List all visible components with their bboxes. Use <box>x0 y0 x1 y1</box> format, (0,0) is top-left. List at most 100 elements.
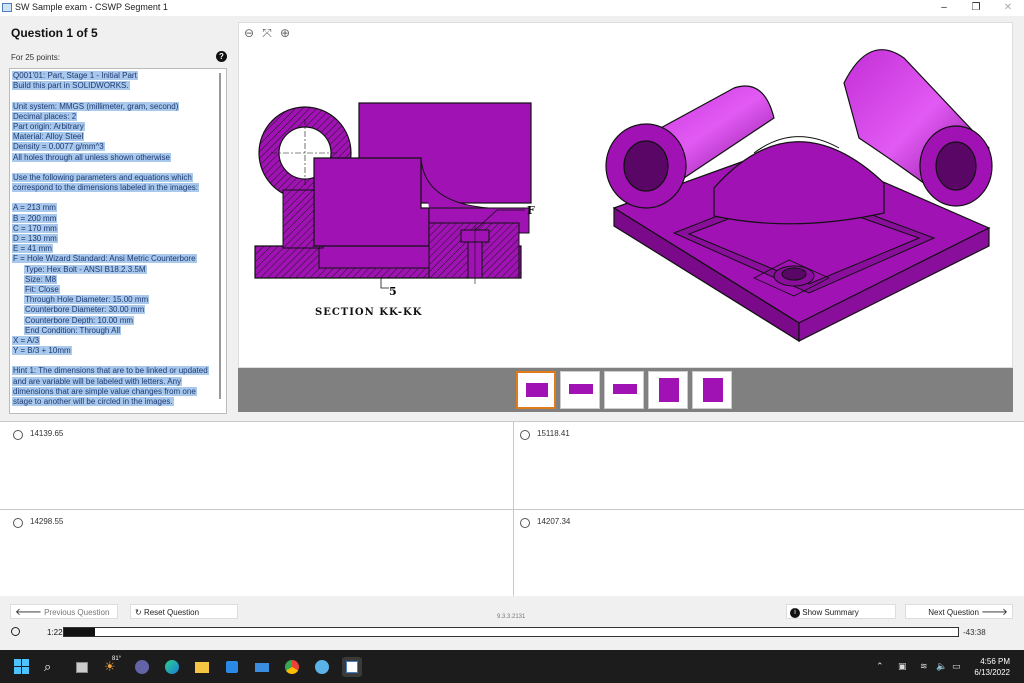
thumbnail-1[interactable] <box>516 371 556 409</box>
section-drawing: F 5 <box>254 102 535 298</box>
reset-question-button[interactable]: ↻ Reset Question <box>130 604 238 619</box>
arrow-right-icon: 🡒 <box>981 607 1008 618</box>
question-text-line: X = A/3 <box>12 335 209 346</box>
question-scrollbar[interactable] <box>219 73 221 399</box>
minimize-button[interactable]: – <box>928 0 960 16</box>
question-text-line: Q001'01: Part, Stage 1 - Initial Part <box>12 71 209 81</box>
question-text-line-content: E = 41 mm <box>12 244 53 254</box>
question-text-line-content: Size: M8 <box>24 274 58 284</box>
question-text-line-content: Through Hole Diameter: 15.00 mm <box>24 295 150 305</box>
thumbnail-2[interactable] <box>560 371 600 409</box>
points-label: For 25 points: <box>11 53 60 62</box>
file-explorer-icon[interactable] <box>194 659 210 675</box>
taskbar-clock[interactable]: 4:56 PM 6/13/2022 <box>974 656 1010 678</box>
thumbnail-4[interactable] <box>648 371 688 409</box>
question-text-line: Decimal places: 2 <box>12 111 209 122</box>
question-text-line: Counterbore Depth: 10.00 mm <box>12 315 209 326</box>
question-text-line: Material: Alloy Steel <box>12 132 209 142</box>
clock-date: 6/13/2022 <box>974 668 1010 677</box>
question-text-line-content: C = 170 mm <box>12 223 58 233</box>
question-text-line: correspond to the dimensions labeled in … <box>12 183 209 193</box>
question-text-line: Size: M8 <box>12 274 209 285</box>
answer-label-2: 15118.41 <box>537 429 570 438</box>
question-text-line-content: Fit: Close <box>24 284 60 294</box>
mail-icon[interactable] <box>254 659 270 675</box>
thumbnail-3[interactable] <box>604 371 644 409</box>
question-text-line: dimensions that are simple value changes… <box>12 386 209 397</box>
question-text-line: Type: Hex Bolt - ANSI B18.2.3.5M <box>12 264 209 275</box>
answer-option-2[interactable]: 15118.41 <box>507 422 1017 509</box>
question-pane: Question 1 of 5 For 25 points: ? Q001'01… <box>0 16 237 414</box>
tray-chevron-icon[interactable]: ⌃ <box>876 661 884 672</box>
zoom-out-icon[interactable]: ⊖ <box>242 26 256 40</box>
question-text-line-content: End Condition: Through All <box>24 325 122 335</box>
thumbnail-5[interactable] <box>692 371 732 409</box>
next-question-button[interactable]: Next Question 🡒 <box>905 604 1013 619</box>
battery-icon[interactable]: ▭ <box>952 661 961 672</box>
help-icon[interactable]: ? <box>216 51 227 62</box>
label-f: F <box>527 204 535 217</box>
tray-app-icon[interactable]: ▣ <box>898 661 907 672</box>
weather-temp: 81° <box>112 656 122 662</box>
task-view-icon[interactable] <box>74 659 90 675</box>
question-text-line: Counterbore Diameter: 30.00 mm <box>12 305 209 315</box>
answer-radio-3[interactable] <box>13 518 23 528</box>
answer-option-3[interactable]: 14298.55 <box>0 510 510 597</box>
question-text-line-content: Density = 0.0077 g/mm^3 <box>12 142 105 152</box>
wifi-icon[interactable]: ≋ <box>920 661 928 672</box>
question-text-line: Hint 1: The dimensions that are to be li… <box>12 366 209 376</box>
search-icon[interactable]: ⌕ <box>44 659 60 675</box>
section-label: SECTION KK-KK <box>315 307 423 318</box>
label-5: 5 <box>389 285 397 298</box>
title-bar: SW Sample exam - CSWP Segment 1 – ❐ ✕ <box>0 0 1024 16</box>
previous-question-label: Previous Question <box>44 608 110 617</box>
previous-question-button[interactable]: 🡐 Previous Question <box>10 604 118 619</box>
answer-option-4[interactable]: 14207.34 <box>507 510 1017 597</box>
globe-app-icon[interactable] <box>314 659 330 675</box>
question-text-box[interactable]: Q001'01: Part, Stage 1 - Initial Part Bui… <box>9 68 227 414</box>
question-text-line-content: Counterbore Depth: 10.00 mm <box>24 315 135 325</box>
windows-start-icon[interactable] <box>14 659 30 675</box>
elapsed-time: 1:22 <box>47 628 63 637</box>
question-text-line-content: D = 130 mm <box>12 234 58 243</box>
question-text-line-content: correspond to the dimensions labeled in … <box>12 183 199 193</box>
edge-icon[interactable] <box>164 659 180 675</box>
exam-app-icon[interactable] <box>342 657 362 677</box>
question-text-line: Density = 0.0077 g/mm^3 <box>12 142 209 152</box>
question-text-line-content: Part origin: Arbitrary <box>12 121 85 131</box>
close-button[interactable]: ✕ <box>992 0 1024 16</box>
question-text-line-content: Hint 1: The dimensions that are to be li… <box>12 366 209 376</box>
store-icon[interactable] <box>224 659 240 675</box>
question-text: Q001'01: Part, Stage 1 - Initial Part Bui… <box>12 71 209 407</box>
answer-grid: 14139.65 15118.41 14298.55 14207.34 <box>0 421 1024 597</box>
question-text-line: All holes through all unless shown other… <box>12 152 209 163</box>
zoom-toolbar: ⊖ ⤧ ⊕ <box>242 26 296 42</box>
fit-to-screen-icon[interactable]: ⤧ <box>260 26 274 40</box>
thumbnail-strip <box>238 368 1013 412</box>
question-text-line-content: stage to another will be circled in the … <box>12 397 174 406</box>
answer-option-1[interactable]: 14139.65 <box>0 422 510 509</box>
answer-radio-2[interactable] <box>520 430 530 440</box>
teams-icon[interactable] <box>134 659 150 675</box>
question-text-line: F = Hole Wizard Standard: Ansi Metric Co… <box>12 254 209 264</box>
question-text-line-content: Type: Hex Bolt - ANSI B18.2.3.5M <box>24 264 147 274</box>
text-gap <box>12 163 209 173</box>
question-text-line-content: A = 213 mm <box>12 203 57 213</box>
zoom-in-icon[interactable]: ⊕ <box>278 26 292 40</box>
app-icon <box>2 3 12 12</box>
info-icon: i <box>790 607 800 618</box>
question-text-line: D = 130 mm <box>12 234 209 244</box>
answer-radio-4[interactable] <box>520 518 530 528</box>
question-text-line-content: Q001'01: Part, Stage 1 - Initial Part <box>12 71 138 80</box>
show-summary-button[interactable]: i Show Summary <box>786 604 896 619</box>
question-text-line: and are variable will be labeled with le… <box>12 376 209 387</box>
isometric-part <box>605 49 993 343</box>
question-text-line: Through Hole Diameter: 15.00 mm <box>12 295 209 305</box>
question-text-line-content: Decimal places: 2 <box>12 111 78 121</box>
chrome-icon[interactable] <box>284 659 300 675</box>
volume-icon[interactable]: 🔈 <box>936 661 947 672</box>
question-text-line: C = 170 mm <box>12 223 209 234</box>
maximize-button[interactable]: ❐ <box>960 0 992 16</box>
question-text-line: B = 200 mm <box>12 213 209 224</box>
answer-radio-1[interactable] <box>13 430 23 440</box>
